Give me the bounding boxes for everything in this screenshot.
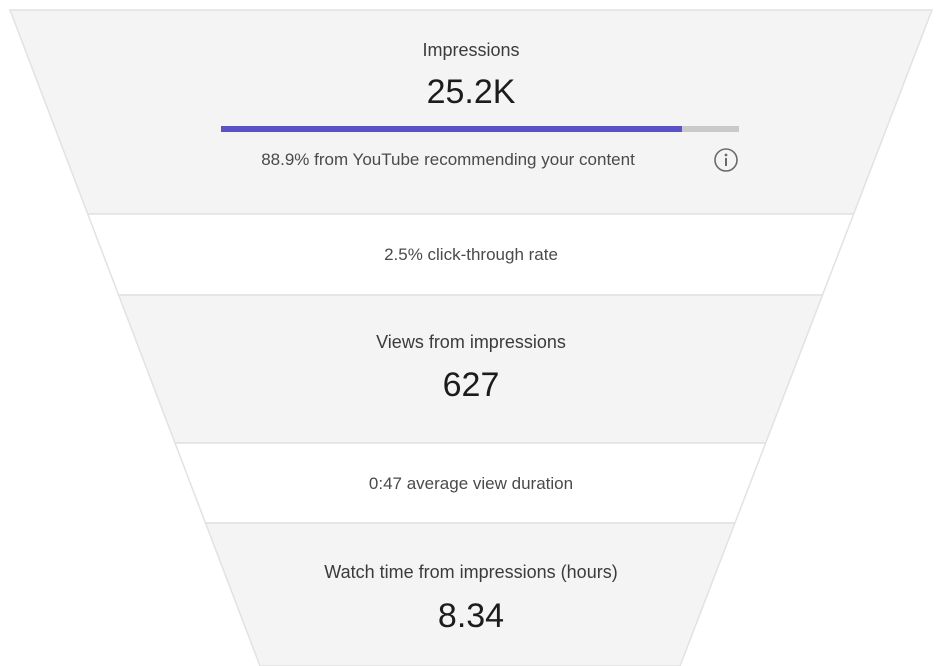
views-value: 627 xyxy=(442,366,500,404)
watch-time-value: 8.34 xyxy=(437,597,505,635)
band-watch-time xyxy=(204,522,737,666)
impressions-value: 25.2K xyxy=(426,73,516,111)
info-icon[interactable] xyxy=(713,147,739,173)
recommendation-progress-fill xyxy=(221,126,682,132)
impressions-label: Impressions xyxy=(422,40,520,60)
average-view-duration-text: 0:47 average view duration xyxy=(368,474,574,493)
watch-time-label: Watch time from impressions (hours) xyxy=(324,562,618,582)
views-label: Views from impressions xyxy=(376,332,566,352)
recommendation-progress-bar xyxy=(221,126,739,132)
click-through-rate-text: 2.5% click-through rate xyxy=(384,245,558,264)
recommendation-text: 88.9% from YouTube recommending your con… xyxy=(261,150,635,169)
